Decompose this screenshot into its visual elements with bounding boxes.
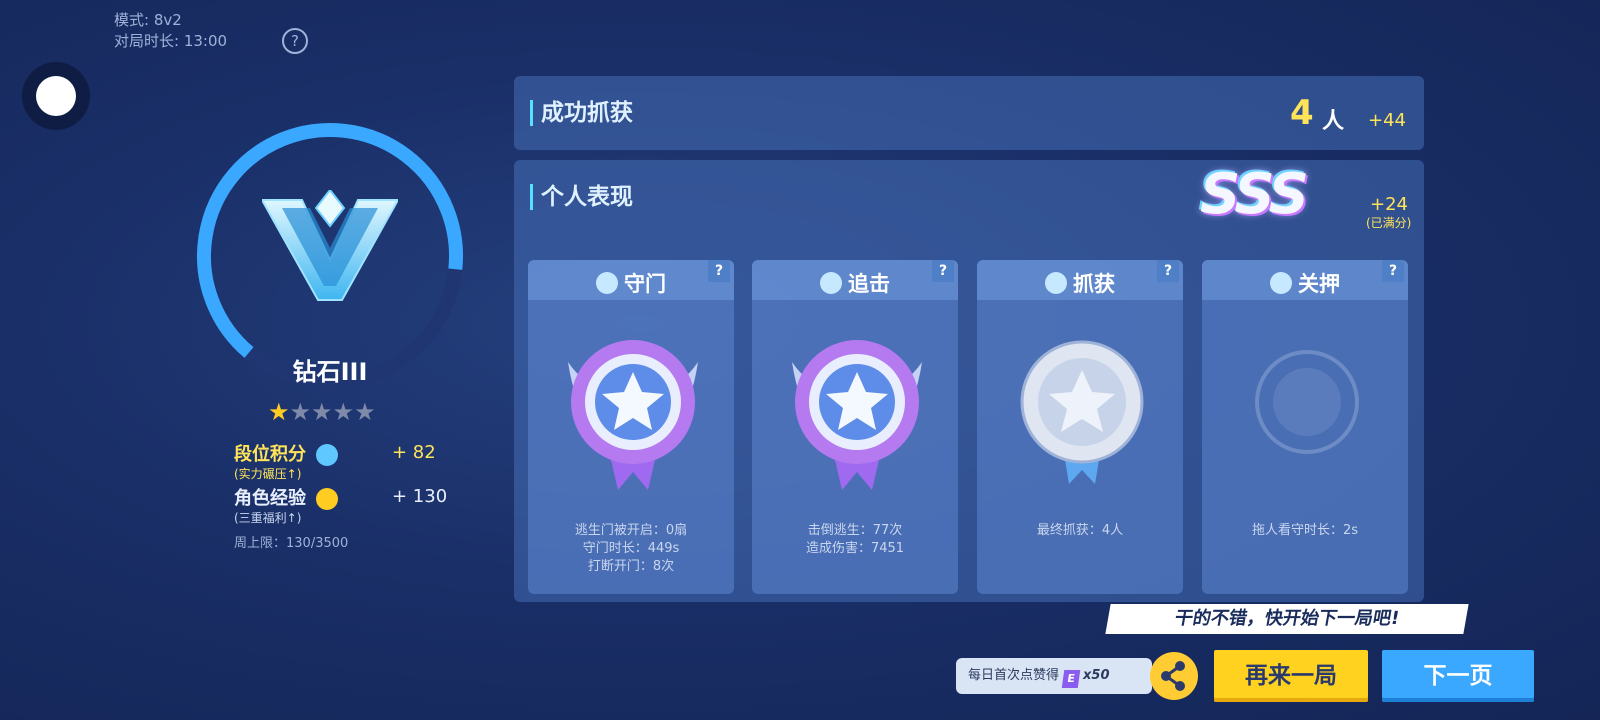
daily-like-reward: 每日首次点赞得 Ex50: [956, 658, 1152, 694]
card-stats: 拖人看守时长：2s: [1202, 522, 1408, 540]
grade-bonus: +24: [1370, 194, 1408, 215]
card-stats: 逃生门被开启：0扇 守门时长：449s 打断开门：8次: [528, 522, 734, 576]
rank-points-sub: (实力碾压↑): [234, 467, 302, 481]
exp-sub: (三重福利↑): [234, 511, 302, 525]
daily-like-text: 每日首次点赞得: [968, 668, 1060, 683]
star-empty-icon: ★: [332, 398, 355, 426]
mode-label: 模式: 8v2: [114, 11, 182, 29]
door-icon: [596, 272, 618, 294]
e-coin-icon: E: [1061, 670, 1081, 688]
help-icon[interactable]: ?: [1157, 260, 1179, 282]
star-medal-silver-icon: [1020, 340, 1144, 484]
card-stats: 击倒逃生：77次 造成伤害：7451: [752, 522, 958, 558]
capture-title: 成功抓获: [530, 100, 633, 126]
exp-value: + 130: [392, 486, 448, 507]
star-medal-purple-icon: [792, 340, 922, 490]
star-empty-icon: ★: [311, 398, 333, 426]
grade-badge: SSS: [1200, 162, 1309, 227]
card-detain: 关押 ? 拖人看守时长：2s: [1202, 260, 1408, 594]
stat-line: 打断开门：8次: [587, 559, 675, 574]
card-title: 追击: [848, 272, 890, 296]
star-empty-icon: ★: [354, 398, 376, 426]
stat-line: 守门时长：449s: [582, 541, 680, 556]
capture-icon: [1045, 272, 1067, 294]
help-icon[interactable]: ?: [282, 28, 308, 54]
rank-points-label: 段位积分: [234, 444, 306, 465]
rank-badge-icon: [316, 444, 339, 466]
stat-line: 拖人看守时长：2s: [1251, 523, 1359, 538]
rank-points-row: 段位积分: [234, 440, 339, 466]
performance-title: 个人表现: [530, 184, 633, 210]
card-title: 守门: [624, 272, 666, 296]
card-chase: 追击 ? 击倒逃生：77次 造成伤害：7451: [752, 260, 958, 594]
next-page-button[interactable]: 下一页: [1382, 650, 1534, 702]
help-icon[interactable]: ?: [708, 260, 730, 282]
rank-name: 钻石III: [292, 358, 368, 386]
card-guard: 守门 ? 逃生门被开启：0扇 守门时长：449s 打断开门：8次: [528, 260, 734, 594]
duration-label: 对局时长: 13:00: [114, 32, 228, 50]
record-dot-icon: [36, 76, 76, 116]
stat-line: 逃生门被开启：0扇: [574, 523, 688, 538]
play-again-button[interactable]: 再来一局: [1214, 650, 1368, 702]
capture-panel: [514, 76, 1424, 150]
capture-count: 4: [1290, 93, 1314, 133]
weekly-cap: 周上限：130/3500: [234, 536, 349, 551]
star-empty-icon: ★: [289, 398, 312, 426]
help-icon[interactable]: ?: [932, 260, 954, 282]
star-filled-icon: ★: [268, 398, 290, 426]
card-title: 抓获: [1073, 272, 1115, 296]
grade-note: (已满分): [1366, 216, 1412, 230]
daily-like-amount: x50: [1083, 668, 1110, 683]
record-button[interactable]: [22, 62, 90, 130]
chase-icon: [820, 272, 842, 294]
empty-medal-icon: [1255, 350, 1359, 454]
star-medal-purple-icon: [568, 340, 698, 490]
help-icon[interactable]: ?: [1382, 260, 1404, 282]
exp-label: 角色经验: [234, 488, 306, 509]
capture-bonus: +44: [1368, 110, 1406, 131]
share-button[interactable]: [1150, 652, 1198, 700]
card-capture: 抓获 ? 最终抓获：4人: [977, 260, 1183, 594]
praise-banner: 干的不错，快开始下一局吧!: [1105, 604, 1469, 634]
exp-row: 角色经验: [234, 484, 339, 510]
card-stats: 最终抓获：4人: [977, 522, 1183, 540]
rank-stars: ★★★★★: [268, 398, 376, 426]
match-info: 模式: 8v2 对局时长: 13:00: [114, 10, 227, 52]
stat-line: 击倒逃生：77次: [807, 523, 903, 538]
detain-icon: [1270, 272, 1292, 294]
rank-points-value: + 82: [392, 442, 436, 463]
diamond-rank-emblem-icon: [262, 190, 398, 301]
stat-line: 造成伤害：7451: [805, 541, 905, 556]
card-title: 关押: [1298, 272, 1340, 296]
exp-star-icon: [316, 488, 339, 510]
stat-line: 最终抓获：4人: [1036, 523, 1124, 538]
capture-unit: 人: [1322, 109, 1345, 134]
